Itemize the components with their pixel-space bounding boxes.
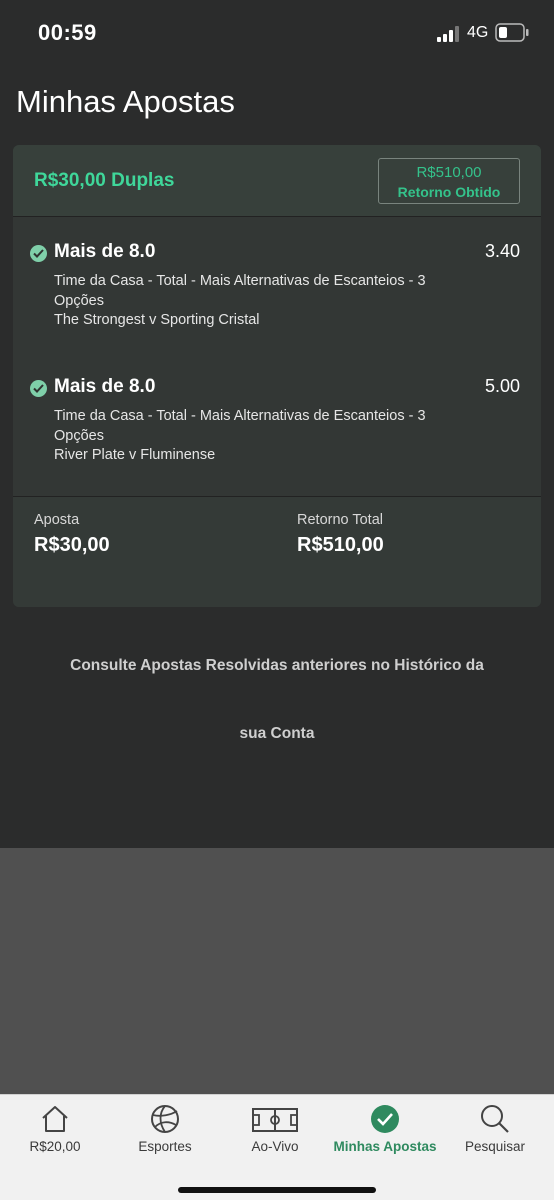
tab-bar: R$20,00 Esportes Ao-Vivo Minhas Apostas …: [0, 1094, 554, 1200]
total-return-label: Retorno Total: [297, 512, 383, 528]
return-badge: R$510,00 Retorno Obtido: [378, 158, 520, 204]
selection-event: River Plate v Fluminense: [54, 447, 216, 463]
tab-label: Ao-Vivo: [251, 1139, 299, 1154]
return-label: Retorno Obtido: [397, 184, 501, 200]
total-return-summary: Retorno Total R$510,00: [297, 512, 384, 557]
signal-icon: [437, 26, 459, 42]
bet-card[interactable]: R$30,00 Duplas R$510,00 Retorno Obtido M…: [13, 145, 541, 607]
selection-market: Time da Casa - Total - Mais Alternativas…: [54, 408, 426, 444]
battery-icon: [495, 23, 529, 42]
empty-area: [0, 848, 554, 1094]
selection-event: The Strongest v Sporting Cristal: [54, 312, 260, 328]
pitch-icon: [252, 1108, 298, 1132]
return-amount: R$510,00: [416, 164, 482, 181]
page-title: Minhas Apostas: [16, 84, 235, 119]
check-circle-icon: [30, 380, 47, 397]
tab-label: Minhas Apostas: [333, 1139, 437, 1154]
tab-my-bets[interactable]: Minhas Apostas: [330, 1095, 440, 1165]
stake-value: R$30,00: [34, 534, 110, 556]
tab-balance[interactable]: R$20,00: [0, 1095, 110, 1165]
bet-card-header: R$30,00 Duplas R$510,00 Retorno Obtido: [13, 145, 541, 217]
selection-name: Mais de 8.0: [54, 241, 156, 262]
volleyball-icon: [151, 1105, 179, 1133]
search-icon: [481, 1105, 509, 1133]
bet-selection: Mais de 8.0 5.00 Time da Casa - Total - …: [13, 376, 541, 476]
history-note-line-2[interactable]: sua Conta: [0, 725, 554, 743]
status-bar: 00:59 4G: [0, 0, 554, 70]
tab-sports[interactable]: Esportes: [110, 1095, 220, 1165]
stake-type: R$30,00 Duplas: [34, 170, 175, 191]
home-indicator: [178, 1187, 376, 1193]
network-type: 4G: [467, 24, 489, 41]
selection-market: Time da Casa - Total - Mais Alternativas…: [54, 273, 426, 309]
check-circle-icon: [30, 245, 47, 262]
check-circle-icon: [371, 1105, 399, 1133]
selection-odds: 3.40: [484, 241, 520, 261]
tab-label: R$20,00: [29, 1139, 81, 1154]
bet-selection: Mais de 8.0 3.40 Time da Casa - Total - …: [13, 241, 541, 341]
selection-name: Mais de 8.0: [54, 376, 156, 397]
tab-label: Esportes: [138, 1139, 192, 1154]
stake-summary: Aposta R$30,00: [34, 512, 110, 557]
tab-label: Pesquisar: [464, 1139, 526, 1154]
tab-live[interactable]: Ao-Vivo: [220, 1095, 330, 1165]
status-time: 00:59: [38, 20, 97, 45]
total-return-value: R$510,00: [297, 534, 384, 556]
selection-odds: 5.00: [484, 376, 520, 396]
home-icon: [42, 1106, 68, 1132]
tab-search[interactable]: Pesquisar: [440, 1095, 550, 1165]
history-note-line-1[interactable]: Consulte Apostas Resolvidas anteriores n…: [0, 657, 554, 675]
stake-label: Aposta: [34, 512, 80, 528]
bet-card-footer: Aposta R$30,00 Retorno Total R$510,00: [13, 496, 541, 607]
